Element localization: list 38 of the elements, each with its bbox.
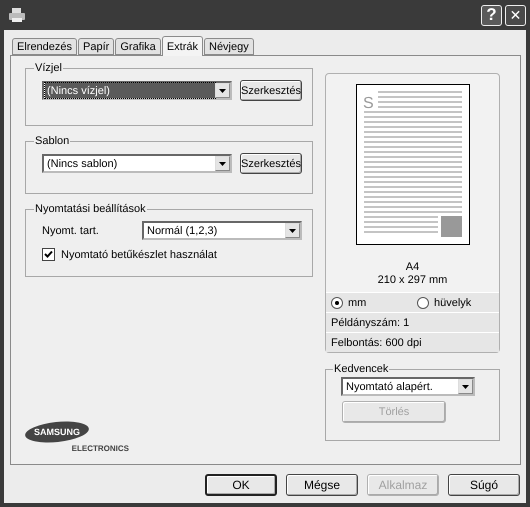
watermark-dropdown[interactable]: (Nincs vízjel): [42, 81, 232, 100]
tab[interactable]: Papír: [78, 38, 114, 55]
dropdown-arrow-icon: [289, 228, 296, 232]
radio-button[interactable]: [331, 296, 343, 308]
group-title: Sablon: [34, 135, 70, 147]
help-button[interactable]: ?: [481, 4, 502, 26]
dropdown-arrow-icon: [219, 88, 226, 92]
paper-name: A4: [406, 261, 420, 274]
tab[interactable]: Extrák: [162, 36, 203, 56]
radio-label: mm: [348, 296, 366, 308]
paper-size: 210 x 297 mm: [378, 274, 448, 287]
print-order-dropdown[interactable]: Normál (1,2,3): [142, 221, 302, 240]
info-text: Felbontás: 600 dpi: [331, 336, 422, 348]
group-title: Nyomtatási beállítások: [34, 203, 147, 215]
close-button[interactable]: ✕: [505, 4, 526, 26]
dropdown-arrow-icon: [462, 384, 469, 388]
radio-label: hüvelyk: [434, 296, 472, 308]
group-title: Kedvencek: [333, 363, 390, 375]
overlay-dropdown[interactable]: (Nincs sablon): [42, 154, 232, 173]
tab[interactable]: Grafika: [115, 38, 161, 55]
edit-button[interactable]: Szerkesztés: [240, 153, 302, 174]
tab[interactable]: Névjegy: [204, 38, 254, 55]
group-title: Vízjel: [34, 62, 63, 74]
dialog-button[interactable]: Súgó: [448, 474, 520, 496]
edit-button[interactable]: Szerkesztés: [240, 80, 302, 101]
radio-button[interactable]: [417, 296, 429, 308]
dialog-button[interactable]: Mégse: [286, 474, 358, 496]
dialog-button[interactable]: OK: [205, 474, 277, 496]
printer-icon: [8, 7, 26, 23]
checkbox-label: Nyomtató betűkészlet használat: [61, 248, 217, 260]
info-text: Példányszám: 1: [331, 316, 410, 328]
field-label: Nyomt. tart.: [42, 224, 100, 236]
checkbox[interactable]: [42, 248, 55, 261]
page-preview-drawing: S: [356, 84, 470, 245]
tab[interactable]: Elrendezés: [12, 38, 78, 55]
favorites-dropdown[interactable]: Nyomtató alapért.: [341, 377, 475, 396]
samsung-logo: SAMSUNG ELECTRONICS: [25, 421, 131, 453]
dropdown-arrow-icon: [219, 162, 226, 166]
